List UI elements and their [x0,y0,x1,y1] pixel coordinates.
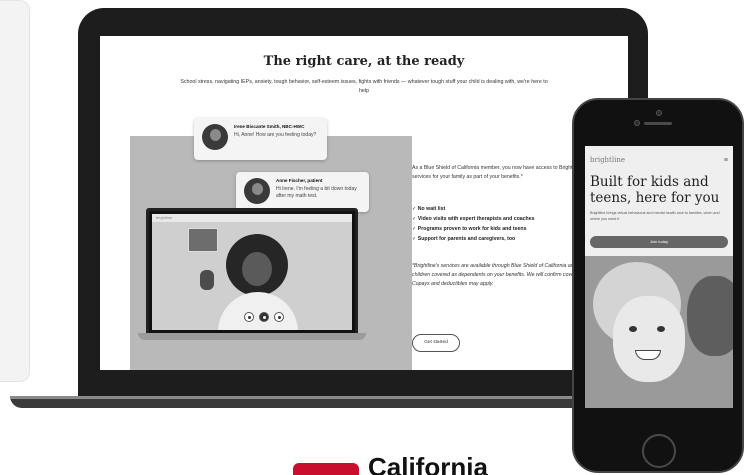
video-call-topbar: brightline [152,214,352,222]
video-participant-face [242,252,272,286]
mini-laptop-base [138,333,366,340]
phone-subtext: Brightline brings virtual behavioral and… [590,211,720,221]
laptop-screen: The right care, at the ready School stre… [100,36,628,370]
benefit-item: Programs proven to work for kids and tee… [412,224,534,234]
footer-logo-text: California [368,452,488,475]
phone-camera [656,110,662,116]
patient-avatar [244,178,270,204]
child-eye [629,326,637,332]
get-started-button[interactable]: Get started [412,334,460,352]
video-call-screen: brightline [146,208,358,336]
benefit-item: Support for parents and caregivers, too [412,234,534,244]
phone-speaker [644,122,672,125]
phone-device: brightline ≡ Built for kids and teens, h… [572,98,744,473]
chat-name: Anne Fischer, patient [276,178,323,183]
chat-bubble-patient: Anne Fischer, patient Hi Irene. I'm feel… [236,172,369,212]
phone-front-camera [634,120,640,126]
laptop-base [10,396,635,408]
video-call-view: brightline [152,214,352,330]
menu-icon[interactable]: ≡ [724,157,728,164]
brightline-logo[interactable]: brightline [590,156,625,164]
video-participant-body [218,292,298,330]
waving-hand [200,270,214,290]
therapist-avatar [202,124,228,150]
phone-headline: Built for kids and teens, here for you [590,174,720,206]
hero-title: The right care, at the ready [263,54,465,69]
more-icon [274,312,284,322]
phone-screen: brightline ≡ Built for kids and teens, h… [585,146,733,408]
call-controls [244,312,284,322]
self-view-thumbnail [188,228,218,252]
parent-figure [687,276,733,356]
blue-shield-logo-mark [293,463,359,475]
microphone-icon [244,312,254,322]
benefits-list: No wait list Video visits with expert th… [412,204,535,244]
side-panel [0,0,30,382]
benefit-item: No wait list [412,204,534,214]
hero-photo [585,256,733,408]
child-face [613,296,685,382]
child-eye [657,326,665,332]
benefit-item: Video visits with expert therapists and … [412,214,535,224]
video-call-brand: brightline [156,215,173,220]
hero-subtitle: School stress, navigating IEPs, anxiety,… [180,79,548,94]
home-button[interactable] [642,434,676,468]
chat-bubble-therapist: Irene Biscante Smith, NBC-HWC Hi, Anne! … [194,118,327,160]
chat-message: Hi Irene. I'm feeling a bit down today a… [276,186,357,199]
camera-icon [259,312,269,322]
chat-name: Irene Biscante Smith, NBC-HWC [234,124,305,129]
join-today-button[interactable]: Join today [590,236,728,248]
chat-message: Hi, Anne! How are you feeling today? [234,132,317,138]
